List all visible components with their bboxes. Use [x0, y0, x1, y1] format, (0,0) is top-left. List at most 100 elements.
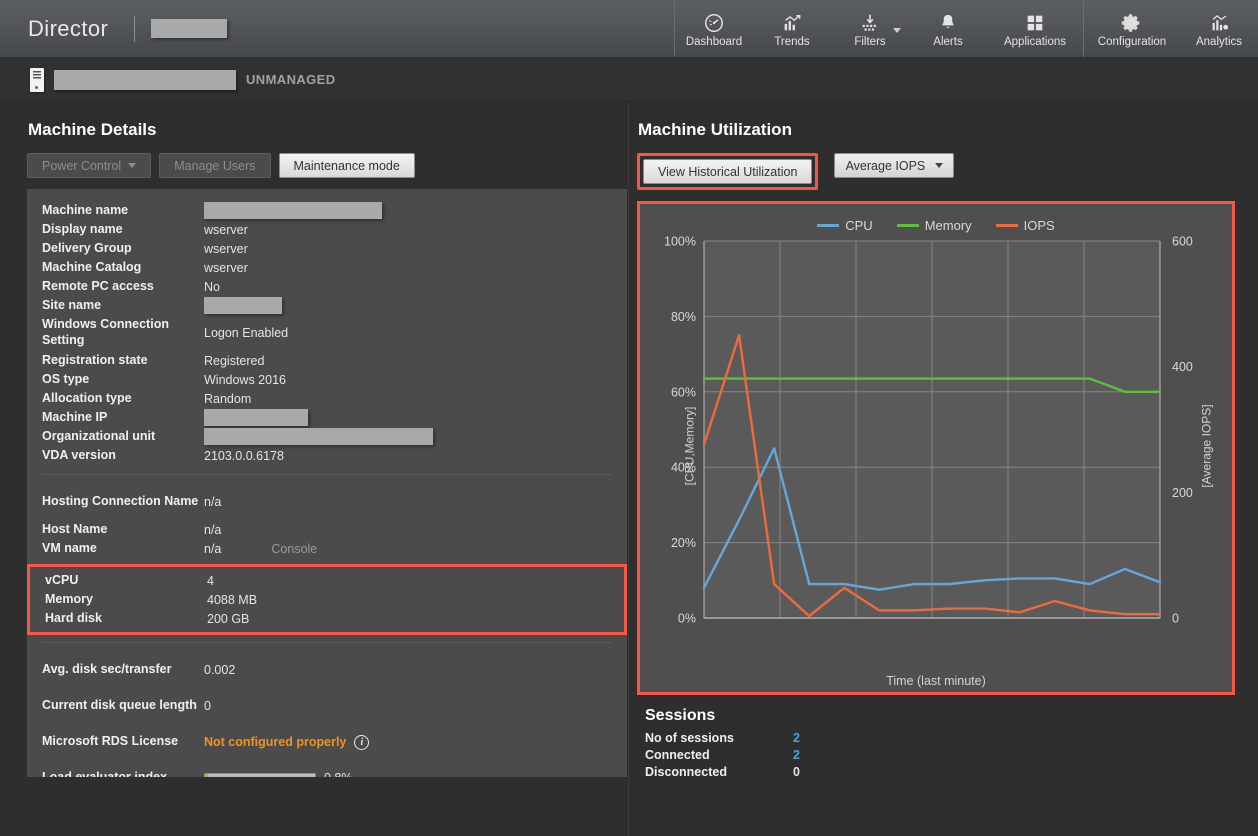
- detail-value: [204, 297, 282, 314]
- maintenance-mode-button[interactable]: Maintenance mode: [278, 153, 415, 178]
- nav-label-alerts: Alerts: [933, 36, 963, 49]
- section-divider: [42, 474, 612, 475]
- detail-label: Avg. disk sec/transfer: [42, 662, 172, 677]
- detail-label: VDA version: [42, 447, 116, 462]
- detail-label: Display name: [42, 221, 123, 236]
- detail-value: 0.8%: [204, 771, 353, 777]
- detail-label: Registration state: [42, 352, 148, 367]
- redacted-machine-name: [54, 69, 236, 90]
- detail-value: n/a: [204, 522, 222, 537]
- nav-item-dashboard[interactable]: Dashboard: [675, 0, 753, 57]
- top-header-bar: Director Dashboard Trends Filters Alerts…: [0, 0, 1258, 58]
- highlighted-hardware-group: vCPU 4 Memory 4088 MB Hard disk 200 GB: [27, 564, 627, 635]
- detail-row-microsoft-rds-license: Microsoft RDS License Not configured pro…: [27, 724, 627, 760]
- detail-value: Windows 2016: [204, 372, 286, 387]
- nav-group-secondary: Configuration Analytics: [1083, 0, 1258, 57]
- console-link[interactable]: Console: [271, 542, 317, 556]
- nav-label-trends: Trends: [774, 36, 810, 49]
- legend-item-iops[interactable]: IOPS: [995, 218, 1055, 233]
- sessions-value[interactable]: 2: [793, 748, 800, 762]
- server-icon: [30, 67, 44, 92]
- legend-label-memory: Memory: [924, 218, 972, 233]
- detail-label: Microsoft RDS License: [42, 734, 179, 749]
- detail-value: 200 GB: [207, 611, 250, 626]
- sessions-row-connected: Connected 2: [637, 748, 1235, 765]
- x-axis-label: Time (last minute): [886, 674, 986, 688]
- detail-row-os-type: OS type Windows 2016: [27, 370, 627, 389]
- detail-label: Machine name: [42, 202, 129, 217]
- detail-row-windows-connection-setting: Windows Connection Setting Logon Enabled: [27, 315, 627, 351]
- utilization-controls: View Historical Utilization Average IOPS: [629, 140, 1258, 190]
- svg-text:200: 200: [1172, 486, 1193, 500]
- chart-svg: 0%20%40%60%80%100%0200400600: [664, 235, 1193, 626]
- detail-label: Delivery Group: [42, 240, 132, 255]
- legend-label-cpu: CPU: [845, 218, 873, 233]
- detail-row-remote-pc-access: Remote PC access No: [27, 277, 627, 296]
- legend-item-memory[interactable]: Memory: [896, 218, 972, 233]
- redacted-value: [204, 409, 308, 426]
- chevron-down-icon[interactable]: [893, 28, 901, 33]
- info-icon[interactable]: i: [354, 734, 370, 750]
- detail-row-hosting-connection-name: Hosting Connection Name n/a: [27, 484, 627, 520]
- detail-value: 2103.0.0.6178: [204, 448, 284, 463]
- grid-squares-icon: [1024, 12, 1046, 34]
- legend-swatch-cpu: [817, 224, 840, 227]
- manage-users-button[interactable]: Manage Users: [159, 153, 271, 178]
- detail-row-vcpu: vCPU 4: [30, 571, 624, 590]
- detail-row-host-name: Host Name n/a: [27, 520, 627, 539]
- load-evaluator-percent: 0.8%: [324, 771, 353, 777]
- detail-label: Organizational unit: [42, 428, 156, 443]
- brand-area: Director: [0, 0, 300, 57]
- detail-group-performance: Avg. disk sec/transfer 0.002 Current dis…: [27, 650, 627, 777]
- nav-item-configuration[interactable]: Configuration: [1084, 0, 1180, 57]
- utilization-chart: CPU Memory IOPS 0% 20% 40% 60% 80% 100% 0 200 40…: [637, 201, 1235, 695]
- svg-text:100%: 100%: [664, 235, 696, 249]
- redacted-value: [204, 297, 282, 314]
- nav-item-applications[interactable]: Applications: [987, 0, 1083, 57]
- detail-label: Current disk queue length: [42, 698, 197, 713]
- page-title-machine-utilization: Machine Utilization: [638, 120, 792, 139]
- nav-item-filters[interactable]: Filters: [831, 0, 909, 57]
- chevron-down-icon: [128, 163, 137, 168]
- detail-row-organizational-unit: Organizational unit: [27, 427, 627, 446]
- detail-value: wserver: [204, 260, 248, 275]
- detail-row-load-evaluator-index: Load evaluator index 0.8%: [27, 760, 627, 777]
- nav-label-filters: Filters: [854, 36, 886, 49]
- sessions-value[interactable]: 2: [793, 731, 800, 745]
- legend-label-iops: IOPS: [1023, 218, 1055, 233]
- nav-item-alerts[interactable]: Alerts: [909, 0, 987, 57]
- chart-legend: CPU Memory IOPS: [640, 204, 1232, 233]
- svg-text:400: 400: [1172, 360, 1193, 374]
- nav-item-analytics[interactable]: Analytics: [1180, 0, 1258, 57]
- detail-label: VM name: [42, 540, 97, 555]
- detail-row-vm-name: VM name n/a Console: [27, 539, 627, 558]
- detail-value: n/a Console: [204, 542, 317, 556]
- legend-item-cpu[interactable]: CPU: [817, 218, 873, 233]
- detail-row-display-name: Display name wserver: [27, 220, 627, 239]
- power-control-button[interactable]: Power Control: [27, 153, 152, 178]
- svg-text:600: 600: [1172, 235, 1193, 249]
- detail-label: Remote PC access: [42, 278, 154, 293]
- detail-value: wserver: [204, 241, 248, 256]
- detail-label: Hard disk: [45, 610, 102, 625]
- detail-value: n/a: [204, 495, 222, 509]
- nav-item-trends[interactable]: Trends: [753, 0, 831, 57]
- main-navigation: Dashboard Trends Filters Alerts Applicat…: [674, 0, 1258, 57]
- nav-label-analytics: Analytics: [1195, 36, 1243, 49]
- vm-name-value: n/a: [204, 541, 222, 556]
- manage-users-label: Manage Users: [174, 158, 256, 173]
- sessions-row-no-of-sessions: No of sessions 2: [637, 731, 1235, 748]
- detail-group-identity: Machine name Display name wserver Delive…: [27, 199, 627, 467]
- detail-group-hosting: Hosting Connection Name n/a Host Name n/…: [27, 482, 627, 560]
- nav-label-dashboard: Dashboard: [685, 36, 743, 49]
- metric-select[interactable]: Average IOPS: [834, 153, 955, 178]
- machine-details-list: Machine name Display name wserver Delive…: [27, 189, 627, 777]
- svg-text:60%: 60%: [671, 385, 696, 399]
- detail-value: 4088 MB: [207, 592, 258, 607]
- detail-row-current-disk-queue-length: Current disk queue length 0: [27, 688, 627, 724]
- view-historical-utilization-button[interactable]: View Historical Utilization: [643, 159, 813, 184]
- svg-text:20%: 20%: [671, 536, 696, 550]
- app-logo: Director: [28, 15, 109, 41]
- power-control-label: Power Control: [42, 158, 122, 173]
- detail-value: 0: [204, 699, 211, 713]
